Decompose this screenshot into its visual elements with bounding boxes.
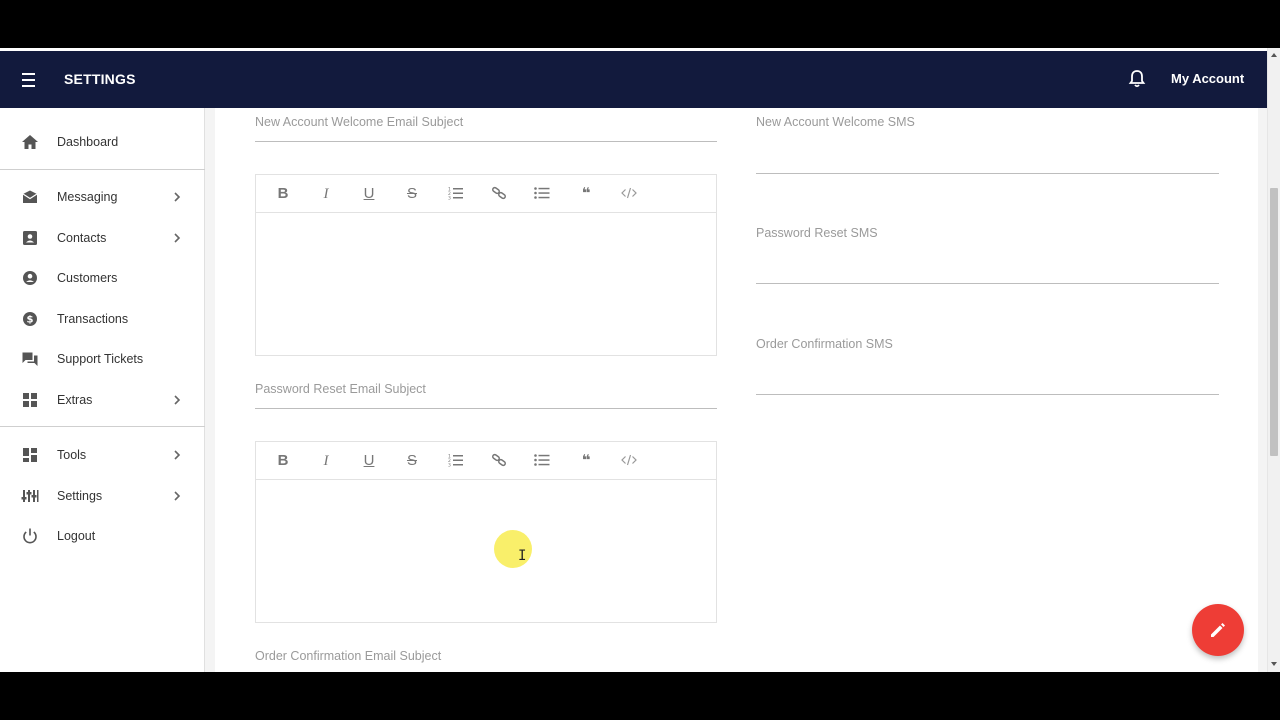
settings-form-card: New Account Welcome Email Subject B I U … (215, 108, 1258, 672)
sidebar-item-label: Customers (57, 271, 118, 285)
italic-button[interactable]: I (316, 451, 336, 471)
bold-button[interactable]: B (273, 184, 293, 204)
chevron-right-icon (172, 190, 182, 204)
strikethrough-button[interactable]: S (402, 184, 422, 204)
sidebar-item-tools[interactable]: Tools (0, 435, 205, 475)
italic-button[interactable]: I (316, 184, 336, 204)
blockquote-button[interactable]: ❝ (576, 184, 596, 204)
scroll-down-icon[interactable] (1271, 662, 1277, 666)
code-icon[interactable] (619, 451, 639, 471)
password-reset-sms-input[interactable] (756, 283, 1219, 284)
bullet-list-icon[interactable] (532, 451, 552, 471)
chevron-right-icon (172, 448, 182, 462)
bold-button[interactable]: B (273, 451, 293, 471)
password-reset-email-subject-input[interactable] (255, 408, 717, 409)
sliders-icon (21, 488, 39, 504)
password-reset-email-editor: B I U S 123 ❝ (255, 441, 717, 623)
welcome-email-editor: B I U S 123 ❝ (255, 174, 717, 356)
sidebar-item-logout[interactable]: Logout (0, 516, 205, 556)
code-icon[interactable] (619, 184, 639, 204)
bell-icon[interactable] (1128, 69, 1148, 89)
sidebar-item-label: Transactions (57, 312, 129, 326)
ordered-list-icon[interactable]: 123 (446, 184, 466, 204)
ordered-list-icon[interactable]: 123 (446, 451, 466, 471)
person-circle-icon (21, 270, 39, 286)
my-account-link[interactable]: My Account (1171, 71, 1244, 86)
sidebar-item-label: Messaging (57, 190, 118, 204)
sidebar-item-customers[interactable]: Customers (0, 258, 205, 298)
editor-toolbar: B I U S 123 ❝ (256, 175, 716, 213)
sidebar-item-label: Support Tickets (57, 352, 144, 366)
strikethrough-button[interactable]: S (402, 451, 422, 471)
welcome-email-subject-label: New Account Welcome Email Subject (255, 115, 464, 129)
sidebar-item-label: Logout (57, 529, 96, 543)
svg-text:3: 3 (448, 463, 451, 468)
password-reset-sms-label: Password Reset SMS (756, 226, 878, 240)
sidebar-item-contacts[interactable]: Contacts (0, 218, 205, 258)
underline-button[interactable]: U (359, 451, 379, 471)
password-reset-email-subject-label: Password Reset Email Subject (255, 382, 426, 396)
power-icon (21, 528, 39, 544)
order-confirmation-sms-input[interactable] (756, 394, 1219, 395)
sidebar-item-label: Tools (57, 448, 87, 462)
dollar-circle-icon: $ (21, 311, 39, 327)
sidebar-item-label: Settings (57, 489, 103, 503)
app-window: SETTINGS My Account Dashboard Messaging … (0, 48, 1280, 672)
editor-toolbar: B I U S 123 ❝ (256, 442, 716, 480)
welcome-email-subject-input[interactable] (255, 141, 717, 142)
blockquote-button[interactable]: ❝ (576, 451, 596, 471)
sidebar-item-label: Dashboard (57, 135, 119, 149)
sidebar: Dashboard Messaging Contacts Customers $… (0, 108, 205, 672)
sidebar-item-label: Extras (57, 393, 93, 407)
sidebar-item-messaging[interactable]: Messaging (0, 177, 205, 217)
welcome-email-body[interactable] (256, 213, 716, 355)
home-icon (21, 134, 39, 150)
page-title: SETTINGS (64, 71, 136, 87)
bullet-list-icon[interactable] (532, 184, 552, 204)
underline-button[interactable]: U (359, 184, 379, 204)
sidebar-divider (0, 169, 205, 170)
order-confirmation-email-subject-label: Order Confirmation Email Subject (255, 649, 442, 663)
password-reset-email-body[interactable] (256, 480, 716, 622)
sidebar-item-extras[interactable]: Extras (0, 380, 205, 420)
grid-icon (21, 392, 39, 408)
page-scrollbar[interactable] (1267, 48, 1280, 672)
sidebar-divider (0, 426, 205, 427)
dashboard-tiles-icon (21, 447, 39, 463)
link-icon[interactable] (489, 184, 509, 204)
welcome-sms-label: New Account Welcome SMS (756, 115, 915, 129)
order-confirmation-sms-label: Order Confirmation SMS (756, 337, 893, 351)
link-icon[interactable] (489, 451, 509, 471)
chevron-right-icon (172, 231, 182, 245)
scroll-thumb[interactable] (1270, 188, 1278, 456)
edit-fab-button[interactable] (1192, 604, 1244, 656)
sidebar-item-support-tickets[interactable]: Support Tickets (0, 339, 205, 379)
svg-text:3: 3 (448, 196, 451, 201)
menu-icon[interactable] (17, 69, 39, 91)
sidebar-item-dashboard[interactable]: Dashboard (0, 122, 205, 162)
chevron-right-icon (172, 393, 182, 407)
chevron-right-icon (172, 489, 182, 503)
app-bar: SETTINGS My Account (0, 51, 1267, 108)
scroll-up-icon[interactable] (1271, 53, 1277, 57)
contact-card-icon (21, 230, 39, 246)
sidebar-item-settings[interactable]: Settings (0, 476, 205, 516)
sidebar-item-transactions[interactable]: $ Transactions (0, 299, 205, 339)
chat-icon (21, 351, 39, 367)
welcome-sms-input[interactable] (756, 173, 1219, 174)
pencil-icon (1211, 623, 1225, 637)
svg-text:$: $ (27, 315, 34, 326)
sidebar-item-label: Contacts (57, 231, 107, 245)
text-cursor-icon: I (518, 548, 527, 564)
envelope-icon (21, 189, 39, 205)
